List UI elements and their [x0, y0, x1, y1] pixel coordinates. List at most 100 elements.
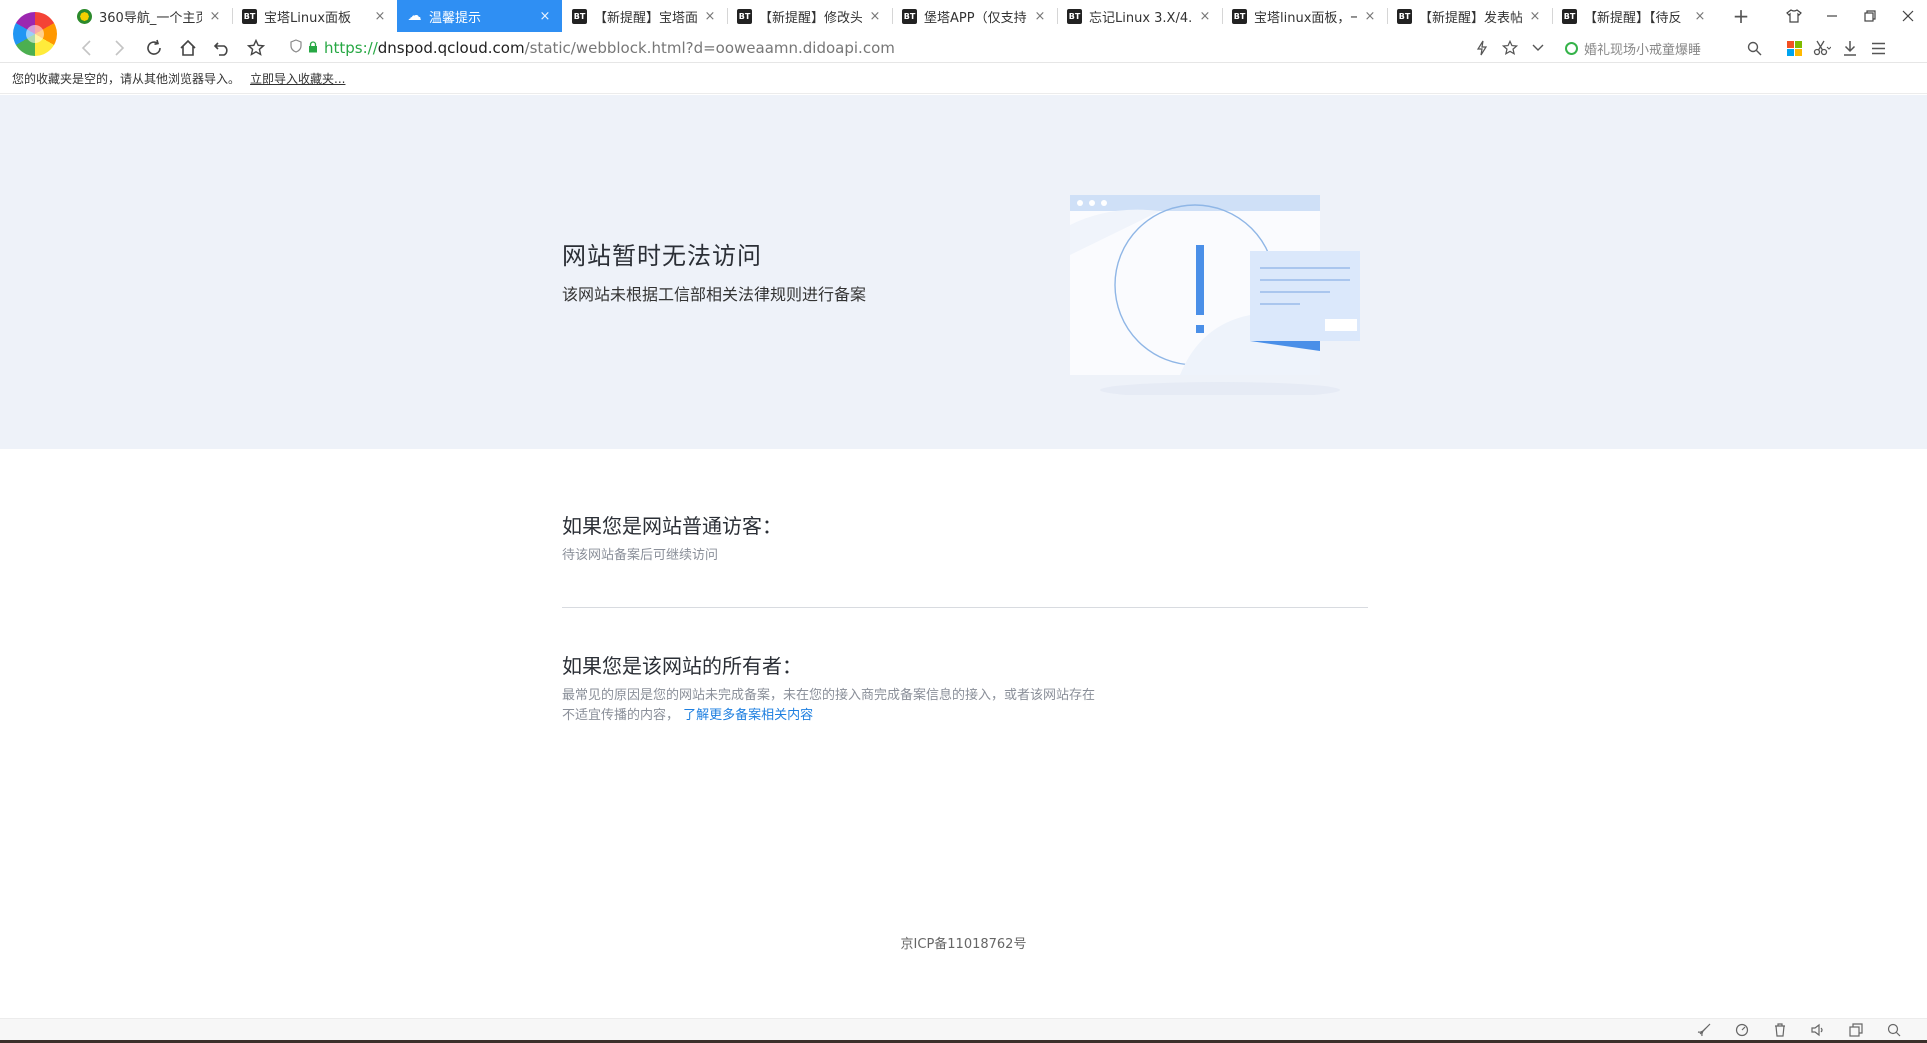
lightning-icon[interactable]	[1468, 35, 1496, 61]
toolbar-actions	[1740, 35, 1768, 61]
bt-favicon-icon: BT	[902, 8, 917, 24]
close-icon[interactable]: ×	[373, 9, 387, 24]
tab-title: 忘记Linux 3.X/4.X	[1089, 10, 1192, 26]
close-icon[interactable]: ×	[1693, 9, 1707, 24]
bt-favicon-icon: BT	[737, 8, 752, 24]
speaker-icon[interactable]	[1799, 1019, 1837, 1041]
close-icon[interactable]: ×	[538, 9, 552, 24]
bt-favicon-icon: BT	[1562, 8, 1577, 24]
tab-title: 【新提醒】发表帖子	[1419, 10, 1522, 26]
search-ring-icon	[1565, 41, 1578, 55]
close-icon[interactable]: ×	[1033, 9, 1047, 24]
cloud-icon: ☁	[407, 8, 422, 24]
shield-icon[interactable]	[290, 39, 302, 57]
url-path: /static/webblock.html?d=ooweaamn.didoapi…	[524, 39, 895, 57]
tab-360-nav[interactable]: 360导航_一个主页 ×	[67, 0, 232, 32]
tab-bt-app[interactable]: BT 堡塔APP（仅支持 ×	[892, 0, 1057, 32]
hot-search-text: 婚礼现场小戒童爆睡	[1584, 42, 1702, 58]
close-icon[interactable]: ×	[1198, 9, 1212, 24]
hero-banner: 网站暂时无法访问 该网站未根据工信部相关法律规则进行备案	[0, 95, 1927, 449]
close-icon[interactable]: ×	[868, 9, 882, 24]
new-tab-button[interactable]: +	[1728, 3, 1754, 29]
window-controls	[1775, 0, 1927, 32]
tab-title: 【新提醒】修改头像	[759, 10, 862, 26]
page-subtitle: 该网站未根据工信部相关法律规则进行备案	[562, 285, 867, 304]
close-icon[interactable]: ×	[1363, 9, 1377, 24]
owner-text-line-2-text: 不适宜传播的内容，	[562, 708, 680, 723]
url-host: dnspod.qcloud.com	[377, 39, 525, 57]
extension-actions	[1780, 35, 1892, 61]
tab-bt-linux[interactable]: BT 宝塔linux面板，一 ×	[1222, 0, 1387, 32]
favorite-star-icon[interactable]	[243, 35, 269, 61]
tab-bt-panel[interactable]: BT 宝塔Linux面板 ×	[232, 0, 397, 32]
bt-favicon-icon: BT	[1232, 8, 1247, 24]
warning-illustration-icon	[1070, 195, 1360, 395]
360-nav-icon	[77, 8, 92, 24]
rocket-icon[interactable]	[1685, 1019, 1723, 1041]
menu-icon[interactable]	[1864, 35, 1892, 61]
tab-title: 【新提醒】【待反	[1584, 10, 1682, 26]
status-bar	[0, 1018, 1927, 1040]
minimize-icon[interactable]	[1813, 0, 1851, 32]
visitor-text: 待该网站备案后可继续访问	[562, 548, 719, 563]
owner-text: 最常见的原因是您的网站未完成备案，未在您的接入商完成备案信息的接入，或者该网站存…	[562, 686, 1095, 726]
close-icon[interactable]: ×	[1528, 9, 1542, 24]
undo-close-tab-icon[interactable]	[209, 35, 235, 61]
tab-title: 温馨提示	[429, 10, 482, 26]
bt-favicon-icon: BT	[1067, 8, 1082, 24]
reload-icon[interactable]	[141, 35, 167, 61]
owner-text-line-1: 最常见的原因是您的网站未完成备案，未在您的接入商完成备案信息的接入，或者该网站存…	[562, 688, 1096, 703]
bt-favicon-icon: BT	[1397, 8, 1412, 24]
tab-strip: 360导航_一个主页 × BT 宝塔Linux面板 × ☁ 温馨提示 × BT …	[0, 0, 1927, 56]
browser-logo-icon[interactable]	[13, 12, 57, 56]
close-icon[interactable]: ×	[208, 9, 222, 24]
bt-favicon-icon: BT	[572, 8, 587, 24]
home-icon[interactable]	[175, 35, 201, 61]
tab-bt-pending[interactable]: BT 【新提醒】【待反 ×	[1552, 0, 1717, 32]
scissors-icon[interactable]	[1808, 35, 1836, 61]
restore-icon[interactable]	[1851, 0, 1889, 32]
search-icon[interactable]	[1740, 35, 1768, 61]
learn-more-link[interactable]: 了解更多备案相关内容	[683, 708, 813, 723]
zoom-search-icon[interactable]	[1875, 1019, 1913, 1041]
back-arrow-icon[interactable]	[73, 35, 99, 61]
url-scheme: https://	[324, 39, 378, 57]
bookmarks-bar: 您的收藏夹是空的，请从其他浏览器导入。 立即导入收藏夹...	[0, 64, 1927, 94]
apps-grid-icon[interactable]	[1780, 35, 1808, 61]
address-actions	[1468, 35, 1552, 61]
tab-notice-active[interactable]: ☁ 温馨提示 ×	[397, 0, 562, 32]
close-icon[interactable]: ×	[703, 9, 717, 24]
owner-heading: 如果您是该网站的所有者：	[562, 654, 802, 678]
bt-favicon-icon: BT	[242, 8, 257, 24]
status-icons	[1685, 1019, 1913, 1041]
bookmark-star-icon[interactable]	[1496, 35, 1524, 61]
owner-text-line-2: 不适宜传播的内容， 了解更多备案相关内容	[562, 706, 1095, 726]
shirt-skin-icon[interactable]	[1775, 0, 1813, 32]
tab-list: 360导航_一个主页 × BT 宝塔Linux面板 × ☁ 温馨提示 × BT …	[67, 0, 1717, 32]
bookmarks-empty-message: 您的收藏夹是空的，请从其他浏览器导入。	[12, 72, 241, 86]
tab-title: 宝塔linux面板，一	[1254, 10, 1357, 26]
page-title: 网站暂时无法访问	[562, 242, 762, 270]
lock-icon[interactable]	[308, 40, 318, 56]
accelerate-icon[interactable]	[1723, 1019, 1761, 1041]
close-window-icon[interactable]	[1889, 0, 1927, 32]
chevron-down-icon[interactable]	[1524, 35, 1552, 61]
address-bar[interactable]: https:// dnspod.qcloud.com /static/webbl…	[290, 35, 895, 61]
hot-search[interactable]: 婚礼现场小戒童爆睡	[1565, 35, 1701, 61]
address-toolbar: https:// dnspod.qcloud.com /static/webbl…	[0, 32, 1927, 63]
trash-icon[interactable]	[1761, 1019, 1799, 1041]
tab-title: 【新提醒】宝塔面板	[594, 10, 697, 26]
visitor-heading: 如果您是网站普通访客：	[562, 514, 782, 538]
download-icon[interactable]	[1836, 35, 1864, 61]
tab-bt-post[interactable]: BT 【新提醒】发表帖子 ×	[1387, 0, 1552, 32]
section-divider	[562, 607, 1368, 608]
forward-arrow-icon[interactable]	[107, 35, 133, 61]
tab-bt-forget[interactable]: BT 忘记Linux 3.X/4.X ×	[1057, 0, 1222, 32]
tab-title: 宝塔Linux面板	[264, 10, 352, 26]
tab-bt-forum-1[interactable]: BT 【新提醒】宝塔面板 ×	[562, 0, 727, 32]
icp-footer[interactable]: 京ICP备11018762号	[0, 933, 1927, 952]
import-bookmarks-link[interactable]: 立即导入收藏夹...	[250, 70, 345, 87]
tab-bt-forum-2[interactable]: BT 【新提醒】修改头像 ×	[727, 0, 892, 32]
window-copy-icon[interactable]	[1837, 1019, 1875, 1041]
tab-title: 360导航_一个主页	[99, 10, 202, 26]
